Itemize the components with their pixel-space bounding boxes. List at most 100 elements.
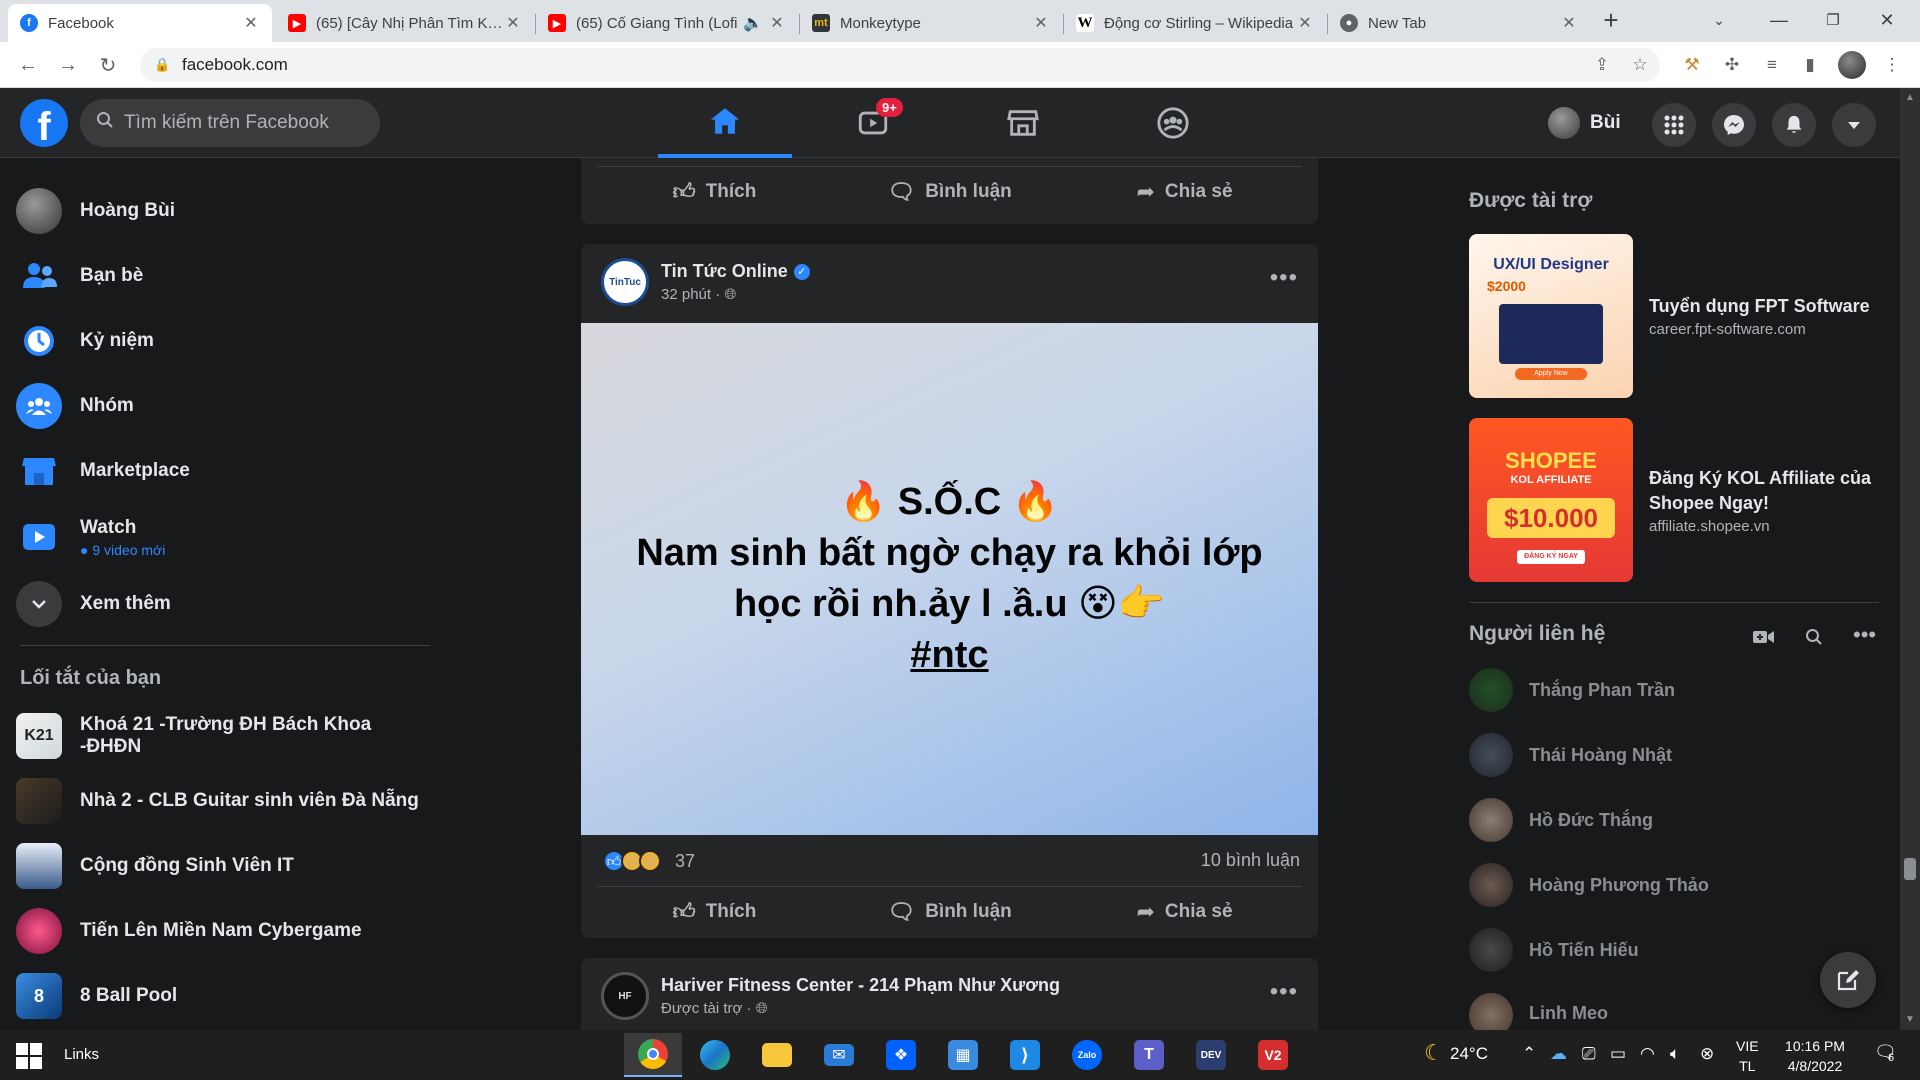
device-icon[interactable]: ⎚	[1582, 1044, 1596, 1064]
ad-item[interactable]: UX/UI Designer $2000 Apply Now Tuyển dụn…	[1469, 234, 1889, 398]
facebook-logo[interactable]: f	[20, 99, 68, 147]
profile-button[interactable]: Bùi	[1548, 102, 1621, 144]
tab-search-icon[interactable]: ⌄	[1696, 0, 1742, 40]
new-message-button[interactable]	[1820, 952, 1876, 1008]
profile-avatar[interactable]	[1838, 51, 1866, 79]
nav-home[interactable]	[658, 88, 792, 158]
mic-off-icon[interactable]: ⊗	[1700, 1044, 1714, 1064]
nav-watch[interactable]: 9+	[806, 88, 940, 158]
comment-count[interactable]: 10 bình luận	[1201, 850, 1300, 871]
close-icon[interactable]: ✕	[504, 13, 522, 33]
taskbar-teams[interactable]: T	[1120, 1033, 1178, 1077]
messenger-button[interactable]	[1712, 103, 1756, 147]
contact-item[interactable]: Linh Meo	[1469, 987, 1879, 1030]
minimize-button[interactable]: —	[1756, 0, 1802, 40]
tab-monkeytype[interactable]: mt Monkeytype ✕	[800, 4, 1062, 42]
links-toolbar[interactable]: Links	[64, 1046, 99, 1063]
contact-item[interactable]: Hoàng Phương Thảo	[1469, 857, 1879, 913]
tab-wikipedia[interactable]: W Động cơ Stirling – Wikipedia ✕	[1064, 4, 1326, 42]
battery-icon[interactable]: ▭	[1610, 1044, 1626, 1064]
comment-button[interactable]: 🗨︎ Bình luận	[832, 167, 1067, 216]
shortcut-item[interactable]: Nhà 2 - CLB Guitar sinh viên Đà Nẵng	[16, 773, 431, 829]
weather-temperature[interactable]: 24°C	[1450, 1044, 1488, 1064]
scroll-down-icon[interactable]: ▼	[1905, 1014, 1915, 1025]
extensions-puzzle-icon[interactable]: ✣	[1720, 53, 1744, 77]
side-panel-icon[interactable]: ▮	[1798, 53, 1822, 77]
weather-moon-icon[interactable]: ☾	[1424, 1040, 1444, 1066]
sidebar-item-groups[interactable]: Nhóm	[16, 378, 431, 434]
taskbar-mail[interactable]: ✉	[810, 1033, 868, 1077]
close-window-button[interactable]: ✕	[1864, 0, 1910, 40]
audio-icon[interactable]: 🔈	[738, 13, 768, 33]
taskbar-vscode[interactable]: ⟩	[996, 1033, 1054, 1077]
ad-item[interactable]: SHOPEE KOL AFFILIATE $10.000 ĐĂNG KÝ NGA…	[1469, 418, 1889, 582]
post-options-icon[interactable]: •••	[1270, 264, 1298, 292]
scroll-up-icon[interactable]: ▲	[1905, 92, 1915, 103]
shortcut-item[interactable]: Cộng đồng Sinh Viên IT	[16, 838, 431, 894]
nav-marketplace[interactable]	[956, 88, 1090, 158]
restore-button[interactable]: ❐	[1810, 0, 1856, 40]
address-bar[interactable]: 🔒 facebook.com	[140, 48, 1660, 82]
contacts-options-icon[interactable]: •••	[1853, 622, 1876, 648]
page-avatar[interactable]: HF	[601, 972, 649, 1020]
volume-icon[interactable]: 🔈︎	[1670, 1044, 1680, 1064]
search-box[interactable]	[80, 99, 380, 147]
menu-grid-button[interactable]	[1652, 103, 1696, 147]
shortcut-item[interactable]: K21 Khoá 21 -Trường ĐH Bách Khoa -ĐHĐN	[16, 708, 431, 764]
post-hashtag[interactable]: #ntc	[910, 630, 988, 681]
post-options-icon[interactable]: •••	[1270, 978, 1298, 1006]
taskbar-devcpp[interactable]: DEV	[1182, 1033, 1240, 1077]
taskbar-v2-app[interactable]: V2	[1244, 1033, 1302, 1077]
share-button[interactable]: ➦ Chia sẻ	[1067, 887, 1302, 936]
new-tab-button[interactable]: +	[1588, 0, 1634, 40]
contact-item[interactable]: Hồ Đức Thắng	[1469, 792, 1879, 848]
like-button[interactable]: 👍︎ Thích	[597, 887, 832, 936]
post-author[interactable]: Tin Tức Online ✓	[661, 261, 810, 282]
scrollbar-thumb[interactable]	[1904, 858, 1916, 880]
sidebar-item-profile[interactable]: Hoàng Bùi	[16, 183, 431, 239]
action-center-icon[interactable]: 🗨︎ 6	[1874, 1042, 1897, 1064]
reactions-summary[interactable]: 👍︎ ☹ 😮 37	[603, 850, 695, 872]
page-avatar[interactable]: TinTuc	[601, 258, 649, 306]
see-more-button[interactable]: Xem thêm	[16, 576, 431, 632]
taskbar-zalo[interactable]: Zalo	[1058, 1033, 1116, 1077]
taskbar-chrome[interactable]	[624, 1033, 682, 1077]
nav-groups[interactable]	[1106, 88, 1240, 158]
close-icon[interactable]: ✕	[1032, 13, 1050, 33]
windows-start-icon[interactable]	[16, 1043, 42, 1069]
share-button[interactable]: ➦ Chia sẻ	[1067, 167, 1302, 216]
tab-youtube-2[interactable]: ▶ (65) Cố Giang Tình (Lofi 🔈 ✕	[536, 4, 798, 42]
comment-button[interactable]: 🗨︎ Bình luận	[832, 887, 1067, 936]
contact-item[interactable]: Thái Hoàng Nhật	[1469, 727, 1879, 783]
forward-icon[interactable]: →	[54, 51, 82, 79]
extension-hammer-icon[interactable]: ⚒	[1680, 53, 1704, 77]
share-icon[interactable]: ⇪	[1590, 53, 1614, 77]
bookmark-star-icon[interactable]: ☆	[1628, 53, 1652, 77]
account-menu-button[interactable]	[1832, 103, 1876, 147]
sidebar-item-memories[interactable]: Kỷ niệm	[16, 313, 431, 369]
contact-item[interactable]: Thắng Phan Trần	[1469, 662, 1879, 718]
taskbar-file-explorer[interactable]	[748, 1033, 806, 1077]
search-contacts-icon[interactable]	[1805, 628, 1823, 652]
back-icon[interactable]: ←	[14, 51, 42, 79]
taskbar-store[interactable]: ▦	[934, 1033, 992, 1077]
wifi-icon[interactable]: ◠	[1640, 1044, 1655, 1064]
show-hidden-icons-chevron-up-icon[interactable]: ⌃	[1522, 1044, 1536, 1064]
clock[interactable]: 10:16 PM 4/8/2022	[1770, 1036, 1860, 1076]
sidebar-item-friends[interactable]: Bạn bè	[16, 248, 431, 304]
post-time[interactable]: 32 phút ·	[661, 286, 720, 303]
contact-item[interactable]: Hồ Tiến Hiếu	[1469, 922, 1879, 978]
post-author-name[interactable]: Hariver Fitness Center - 214 Phạm Như Xư…	[661, 975, 1060, 996]
sidebar-item-watch[interactable]: Watch ● 9 video mới	[16, 508, 431, 566]
reload-icon[interactable]: ↻	[94, 51, 122, 79]
sidebar-item-marketplace[interactable]: Marketplace	[16, 443, 431, 499]
close-icon[interactable]: ✕	[1296, 13, 1314, 33]
input-language[interactable]: VIE TL	[1736, 1036, 1759, 1076]
close-icon[interactable]: ✕	[242, 13, 260, 33]
search-input[interactable]	[124, 112, 354, 134]
like-button[interactable]: 👍︎ Thích	[597, 167, 832, 216]
tab-youtube-1[interactable]: ▶ (65) [Cây Nhị Phân Tìm Kiếm ✕	[276, 4, 534, 42]
taskbar-dropbox[interactable]: ❖	[872, 1033, 930, 1077]
new-room-video-icon[interactable]	[1753, 628, 1775, 651]
tab-facebook[interactable]: f Facebook ✕	[8, 4, 272, 42]
